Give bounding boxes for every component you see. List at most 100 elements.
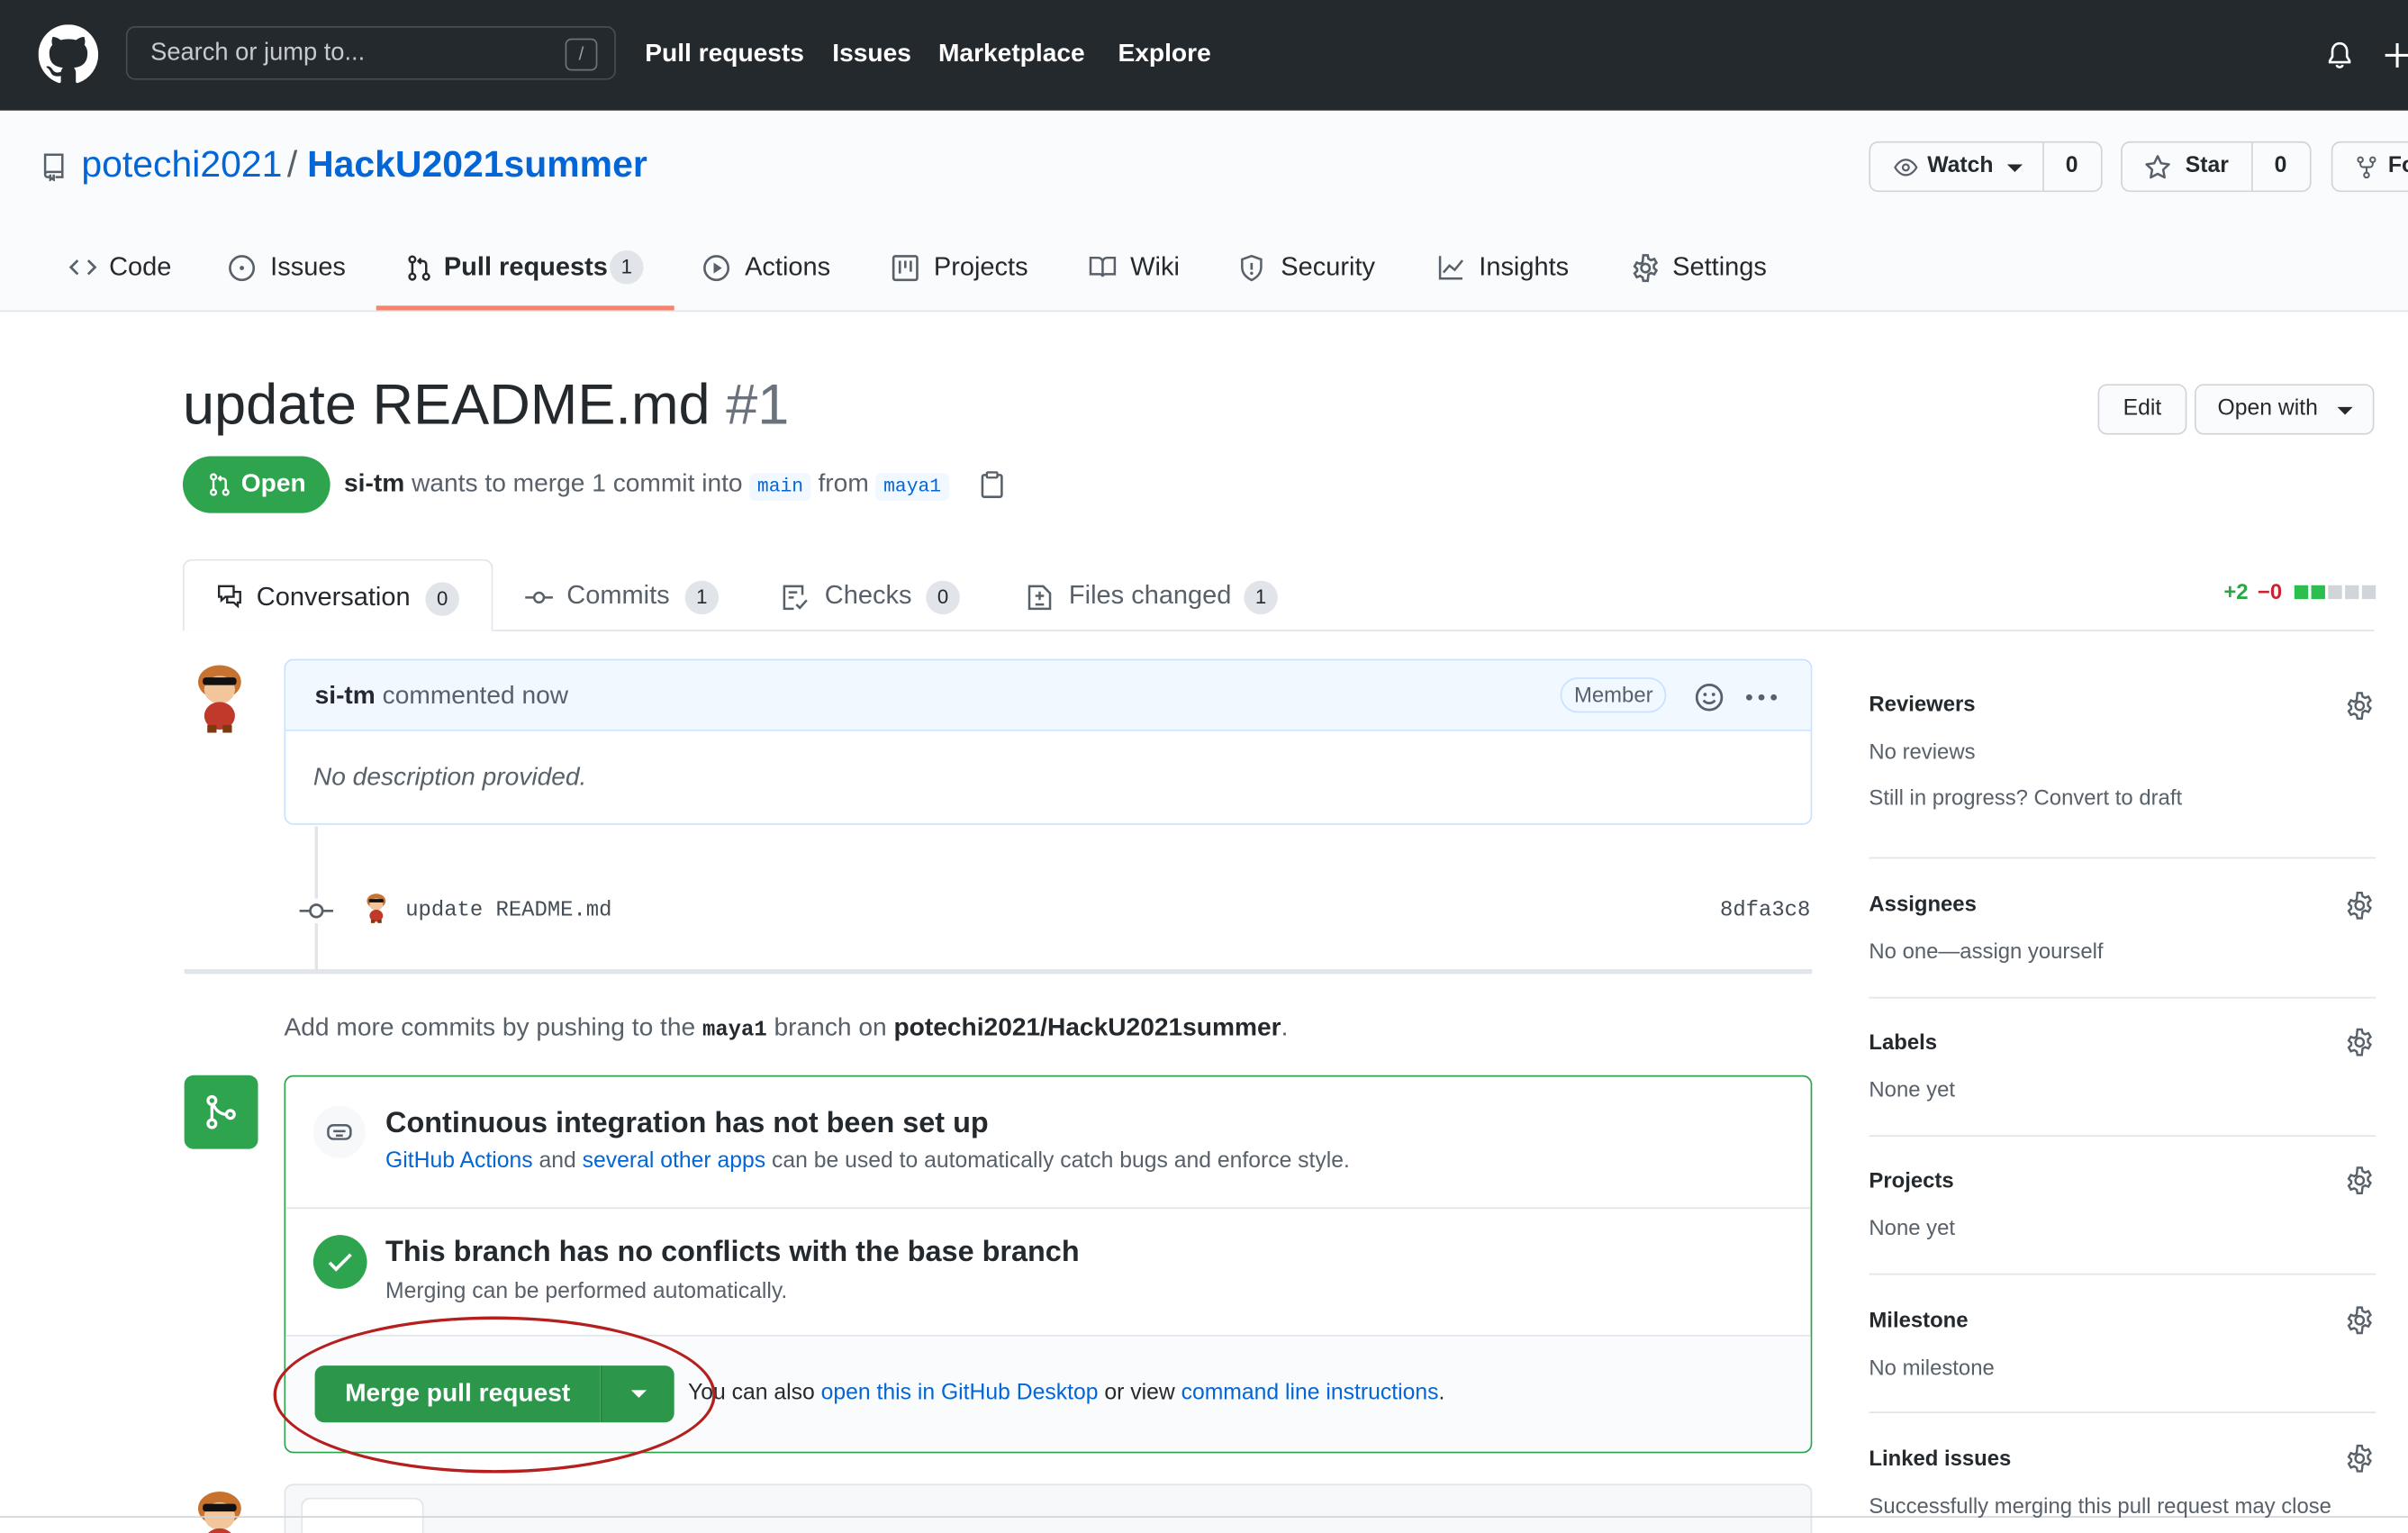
pr-number: #1: [726, 373, 790, 437]
tab-pull-requests-counter: 1: [610, 249, 644, 285]
tab-projects[interactable]: Projects: [891, 250, 1045, 285]
commit-message-link[interactable]: update README.md: [405, 899, 611, 923]
pr-tab-commits[interactable]: Commits 1: [524, 580, 739, 615]
pr-tab-conversation[interactable]: Conversation 0: [182, 558, 493, 631]
projects-title: Projects: [1869, 1167, 1954, 1193]
tab-security[interactable]: Security: [1238, 250, 1392, 285]
nav-marketplace[interactable]: Marketplace: [938, 40, 1085, 68]
reviewers-title: Reviewers: [1869, 691, 1976, 716]
pr-tab-files-changed[interactable]: Files changed 1: [1026, 580, 1302, 615]
head-branch-chip[interactable]: maya1: [875, 473, 949, 501]
repo-icon: [40, 150, 68, 182]
ci-and-text: and: [539, 1148, 576, 1174]
pr-state-badge: Open: [182, 456, 330, 513]
commit-sha-link[interactable]: 8dfa3c8: [1720, 899, 1810, 923]
milestone-empty: No milestone: [1869, 1355, 1995, 1380]
ci-description: GitHub Actions and several other apps ca…: [385, 1149, 1350, 1174]
tab-issues[interactable]: Issues: [227, 250, 365, 285]
labels-gear-icon[interactable]: [2345, 1028, 2374, 1057]
tab-settings-label: Settings: [1672, 251, 1767, 282]
tab-wiki-label: Wiki: [1130, 251, 1180, 282]
bell-icon[interactable]: [2325, 40, 2354, 70]
push-hint-prefix: Add more commits by pushing to the: [284, 1013, 696, 1042]
linked-issues-gear-icon[interactable]: [2345, 1444, 2374, 1473]
search-input[interactable]: Search or jump to... /: [125, 25, 616, 80]
repo-name-link[interactable]: HackU2021summer: [307, 144, 647, 187]
ci-icon-circle: [312, 1105, 366, 1158]
kebab-horizontal-icon[interactable]: [1744, 682, 1779, 712]
other-apps-link[interactable]: several other apps: [583, 1149, 765, 1174]
comment-box: si-tm commented now Member No descriptio…: [284, 658, 1813, 825]
tab-insights[interactable]: Insights: [1436, 250, 1590, 285]
github-desktop-link[interactable]: open this in GitHub Desktop: [821, 1381, 1099, 1405]
reviewers-gear-icon[interactable]: [2345, 691, 2374, 721]
nav-issues[interactable]: Issues: [832, 40, 911, 68]
watch-label: Watch: [1927, 153, 1994, 178]
pr-tab-checks[interactable]: Checks 0: [782, 580, 982, 615]
commit-author-avatar[interactable]: [361, 888, 392, 927]
pr-tab-commits-label: Commits: [566, 580, 670, 611]
plus-icon[interactable]: [2384, 41, 2408, 69]
ci-title: Continuous integration has not been set …: [385, 1107, 989, 1140]
pr-tab-files-label: Files changed: [1068, 580, 1232, 611]
pr-tab-conversation-label: Conversation: [256, 582, 411, 612]
edit-button[interactable]: Edit: [2097, 384, 2187, 435]
star-count[interactable]: 0: [2275, 143, 2287, 191]
tab-actions[interactable]: Actions: [702, 250, 855, 285]
tab-code-label: Code: [109, 251, 172, 282]
avatar[interactable]: [185, 658, 255, 734]
labels-empty: None yet: [1869, 1076, 1956, 1102]
member-badge: Member: [1560, 677, 1667, 713]
projects-gear-icon[interactable]: [2345, 1166, 2374, 1194]
open-with-button[interactable]: Open with: [2194, 384, 2375, 435]
pr-tab-checks-label: Checks: [824, 580, 912, 611]
convert-to-draft-link[interactable]: Still in progress? Convert to draft: [1869, 785, 2182, 809]
push-hint-suffix: .: [1281, 1013, 1289, 1042]
github-logo-icon[interactable]: [38, 24, 99, 85]
base-branch-chip[interactable]: main: [749, 473, 811, 501]
nav-explore[interactable]: Explore: [1118, 40, 1211, 68]
smiley-icon[interactable]: [1694, 682, 1725, 712]
annotation-circle: [273, 1316, 716, 1474]
watch-count[interactable]: 0: [2066, 143, 2078, 191]
assign-yourself-link[interactable]: No one—assign yourself: [1869, 939, 2103, 963]
new-comment-box: [284, 1483, 1813, 1533]
fork-button[interactable]: Fo: [2331, 141, 2408, 193]
github-actions-link[interactable]: GitHub Actions: [385, 1149, 533, 1174]
tab-security-label: Security: [1281, 251, 1376, 282]
merge-status-icon: [184, 1075, 258, 1149]
nav-pull-requests[interactable]: Pull requests: [645, 40, 804, 68]
pull-request-icon: [408, 255, 430, 281]
pr-tab-files-counter: 1: [1244, 580, 1278, 615]
push-hint-repo: potechi2021/HackU2021summer: [893, 1013, 1281, 1042]
assignees-title: Assignees: [1869, 891, 1977, 916]
pr-author-link[interactable]: si-tm: [344, 470, 404, 498]
star-icon: [2144, 154, 2172, 182]
star-button[interactable]: Star 0: [2121, 141, 2312, 193]
sidebar-divider: [1869, 857, 2376, 859]
sidebar-divider: [1869, 1135, 2376, 1138]
tab-code[interactable]: Code: [68, 250, 190, 285]
comment-body: No description provided.: [312, 763, 587, 792]
tab-pull-requests[interactable]: Pull requests 1: [405, 249, 651, 285]
book-icon: [1089, 256, 1117, 277]
watch-button[interactable]: Watch 0: [1869, 141, 2103, 193]
diff-deletions: −0: [2257, 578, 2283, 604]
repo-path-separator: /: [286, 144, 298, 186]
ci-rest-text: can be used to automatically catch bugs …: [771, 1148, 1350, 1174]
comment-action: commented now: [382, 682, 569, 710]
push-hint: Add more commits by pushing to the maya1…: [284, 1014, 1288, 1043]
command-line-instructions-link[interactable]: command line instructions: [1181, 1381, 1439, 1405]
comment-author-link[interactable]: si-tm: [315, 682, 376, 710]
reviewers-empty: No reviews: [1869, 739, 1976, 764]
copy-icon[interactable]: [980, 470, 1004, 499]
assignees-gear-icon[interactable]: [2345, 891, 2374, 920]
repo-owner-link[interactable]: potechi2021: [81, 144, 282, 187]
tab-wiki[interactable]: Wiki: [1087, 250, 1194, 285]
diffstat-bar: [2294, 585, 2376, 600]
search-shortcut-hint: /: [565, 38, 598, 71]
hubot-icon: [327, 1123, 352, 1140]
tab-settings[interactable]: Settings: [1631, 250, 1785, 285]
avatar[interactable]: [185, 1483, 255, 1533]
milestone-gear-icon[interactable]: [2345, 1306, 2374, 1335]
